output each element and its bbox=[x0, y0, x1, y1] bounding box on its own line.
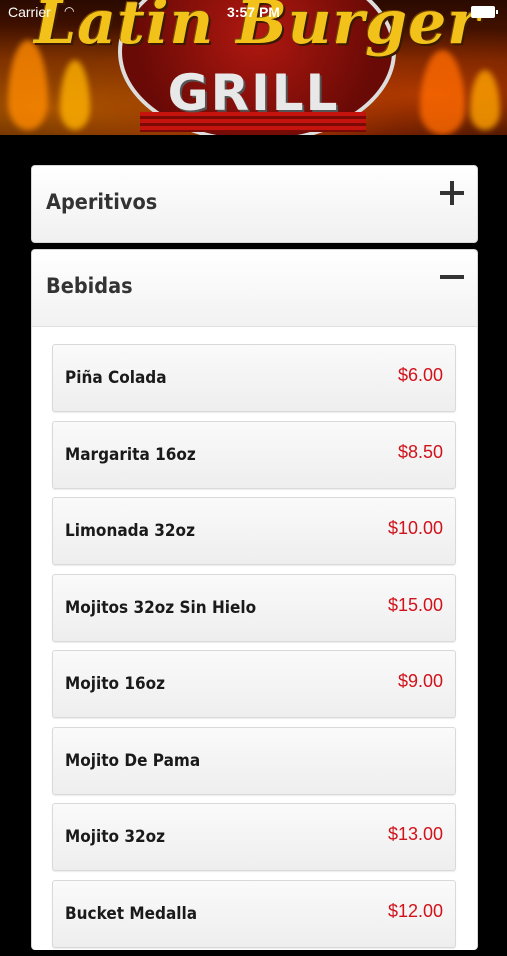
item-name: Mojito 16oz bbox=[65, 674, 166, 694]
menu-item[interactable]: Mojito De Pama bbox=[52, 726, 456, 795]
item-name: Margarita 16oz bbox=[65, 444, 196, 465]
expand-plus-icon[interactable] bbox=[439, 180, 465, 206]
item-name: Mojito De Pama bbox=[65, 750, 201, 771]
item-name: Piña Colada bbox=[65, 368, 167, 388]
item-price: $13.00 bbox=[387, 824, 443, 844]
battery-icon bbox=[471, 6, 498, 18]
section-title: Aperitivos bbox=[46, 190, 158, 214]
menu-item-list: Piña Colada $6.00 Margarita 16oz $8.50 L… bbox=[52, 344, 456, 956]
section-header[interactable]: Bebidas bbox=[32, 250, 477, 327]
section-header[interactable]: Aperitivos bbox=[32, 166, 477, 242]
menu-item[interactable]: Piña Colada $6.00 bbox=[52, 344, 456, 412]
flame-decoration bbox=[420, 50, 465, 135]
menu-item[interactable]: Limonada 32oz $10.00 bbox=[52, 497, 456, 565]
item-price: $9.00 bbox=[397, 671, 443, 691]
section-aperitivos[interactable]: Aperitivos bbox=[31, 165, 478, 243]
section-title: Bebidas bbox=[46, 274, 133, 298]
section-bebidas: Bebidas Piña Colada $6.00 Margarita 16oz… bbox=[31, 249, 478, 950]
item-name: Limonada 32oz bbox=[65, 521, 195, 541]
menu-item[interactable]: Mojitos 32oz Sin Hielo $15.00 bbox=[52, 573, 456, 642]
flame-decoration bbox=[60, 60, 90, 130]
logo-subtitle: GRILL bbox=[167, 64, 340, 122]
collapse-minus-icon[interactable] bbox=[439, 264, 465, 290]
item-price: $8.50 bbox=[397, 441, 443, 462]
menu-item[interactable]: Bucket Medalla $12.00 bbox=[52, 879, 456, 948]
item-price: $6.00 bbox=[397, 365, 443, 385]
flame-decoration bbox=[470, 70, 500, 130]
menu-item[interactable]: Mojito 32oz $13.00 bbox=[52, 803, 456, 871]
item-price: $12.00 bbox=[387, 900, 443, 921]
item-name: Mojitos 32oz Sin Hielo bbox=[65, 597, 257, 618]
menu-item[interactable]: Mojito 16oz $9.00 bbox=[52, 650, 456, 718]
item-name: Mojito 32oz bbox=[65, 827, 166, 847]
status-bar: Carrier ◠ 3:57 PM bbox=[0, 0, 507, 22]
item-price: $10.00 bbox=[387, 518, 443, 538]
menu-item[interactable]: Margarita 16oz $8.50 bbox=[52, 420, 456, 489]
status-time: 3:57 PM bbox=[227, 4, 280, 20]
item-price: $15.00 bbox=[387, 594, 443, 615]
item-name: Bucket Medalla bbox=[65, 903, 198, 924]
